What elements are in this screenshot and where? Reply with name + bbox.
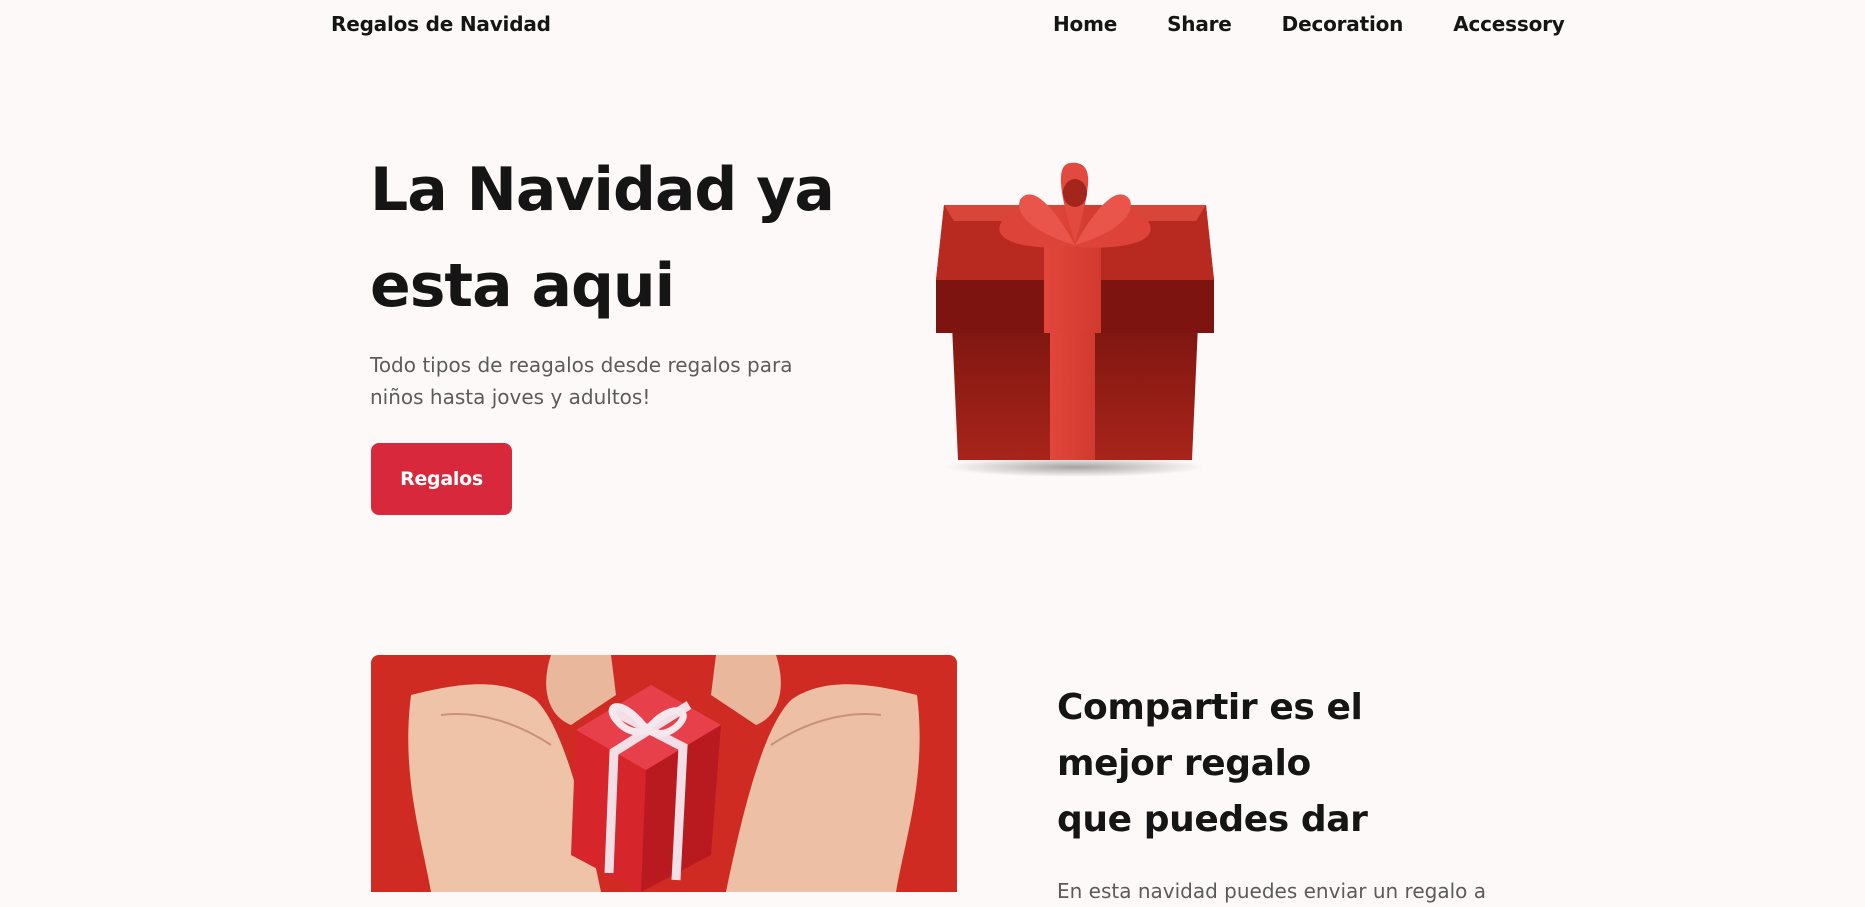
- hero-title: La Navidad ya esta aqui: [370, 155, 835, 321]
- nav-share[interactable]: Share: [1167, 12, 1232, 36]
- gift-box-icon: [936, 162, 1214, 477]
- share-text: En esta navidad puedes enviar un regalo …: [1057, 879, 1486, 903]
- hero-subtitle: Todo tipos de reagalos desde regalos par…: [370, 353, 793, 409]
- gift-box-image: [930, 155, 1220, 485]
- hands-gift-photo: [371, 655, 957, 892]
- regalos-button[interactable]: Regalos: [371, 443, 512, 515]
- nav-accessory[interactable]: Accessory: [1453, 12, 1565, 36]
- share-title: Compartir es el mejor regalo que puedes …: [1057, 680, 1477, 848]
- nav-decoration[interactable]: Decoration: [1282, 12, 1404, 36]
- share-title-line2: que puedes dar: [1057, 799, 1368, 840]
- main-nav: Home Share Decoration Accessory: [1053, 12, 1565, 36]
- nav-home[interactable]: Home: [1053, 12, 1117, 36]
- share-title-line1: Compartir es el mejor regalo: [1057, 687, 1363, 784]
- hands-gift-icon: [371, 655, 957, 892]
- brand-logo[interactable]: Regalos de Navidad: [331, 12, 551, 36]
